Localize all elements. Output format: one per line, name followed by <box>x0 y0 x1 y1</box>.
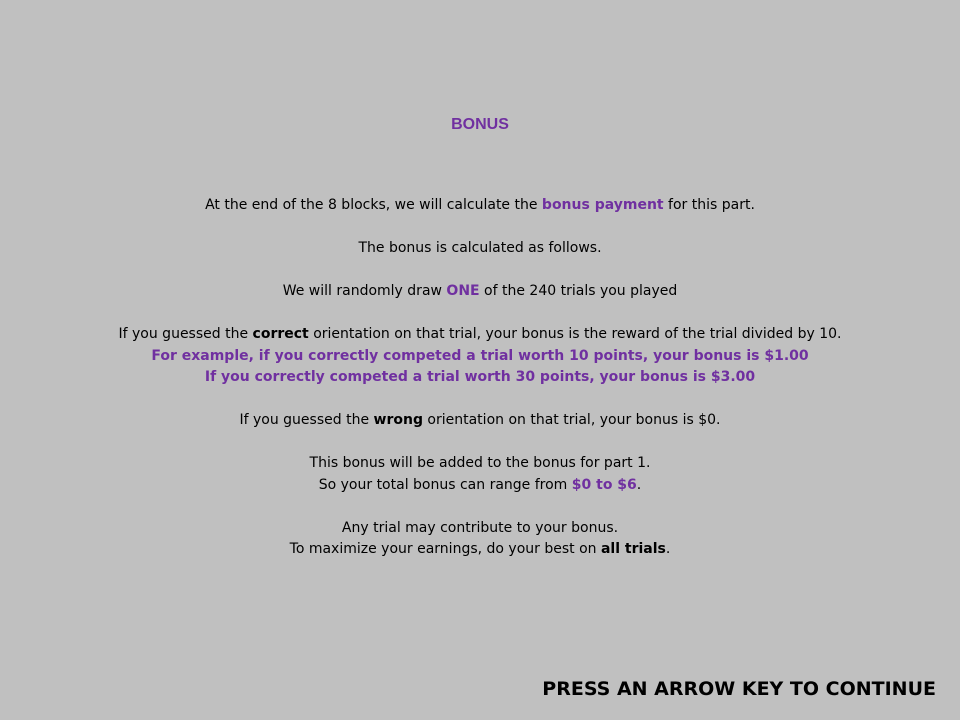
instruction-line-8: This bonus will be added to the bonus fo… <box>309 455 651 471</box>
page-title: BONUS <box>451 116 509 133</box>
example-line-1: For example, if you correctly competed a… <box>151 347 809 364</box>
example-line-2: If you correctly competed a trial worth … <box>204 369 756 385</box>
correct-emphasis: correct <box>252 326 309 342</box>
bonus-payment-highlight: bonus payment <box>541 197 664 213</box>
instruction-line-2: The bonus is calculated as follows. <box>358 240 602 256</box>
all-trials-emphasis: all trials <box>600 541 666 557</box>
bonus-range-highlight: $0 to $6 <box>571 476 637 493</box>
continue-prompt: PRESS AN ARROW KEY TO CONTINUE <box>542 678 936 700</box>
one-highlight: ONE <box>446 283 480 299</box>
instruction-line-4: If you guessed the correct orientation o… <box>118 326 842 342</box>
instruction-line-1: At the end of the 8 blocks, we will calc… <box>205 197 755 213</box>
instruction-line-3: We will randomly draw ONE of the 240 tri… <box>282 283 678 299</box>
instructions-text: At the end of the 8 blocks, we will calc… <box>0 195 960 561</box>
instruction-line-11: To maximize your earnings, do your best … <box>289 541 671 557</box>
instruction-line-9: So your total bonus can range from $0 to… <box>318 476 642 493</box>
wrong-emphasis: wrong <box>373 412 423 428</box>
instruction-line-10: Any trial may contribute to your bonus. <box>341 519 619 536</box>
instruction-line-7: If you guessed the wrong orientation on … <box>239 412 721 428</box>
